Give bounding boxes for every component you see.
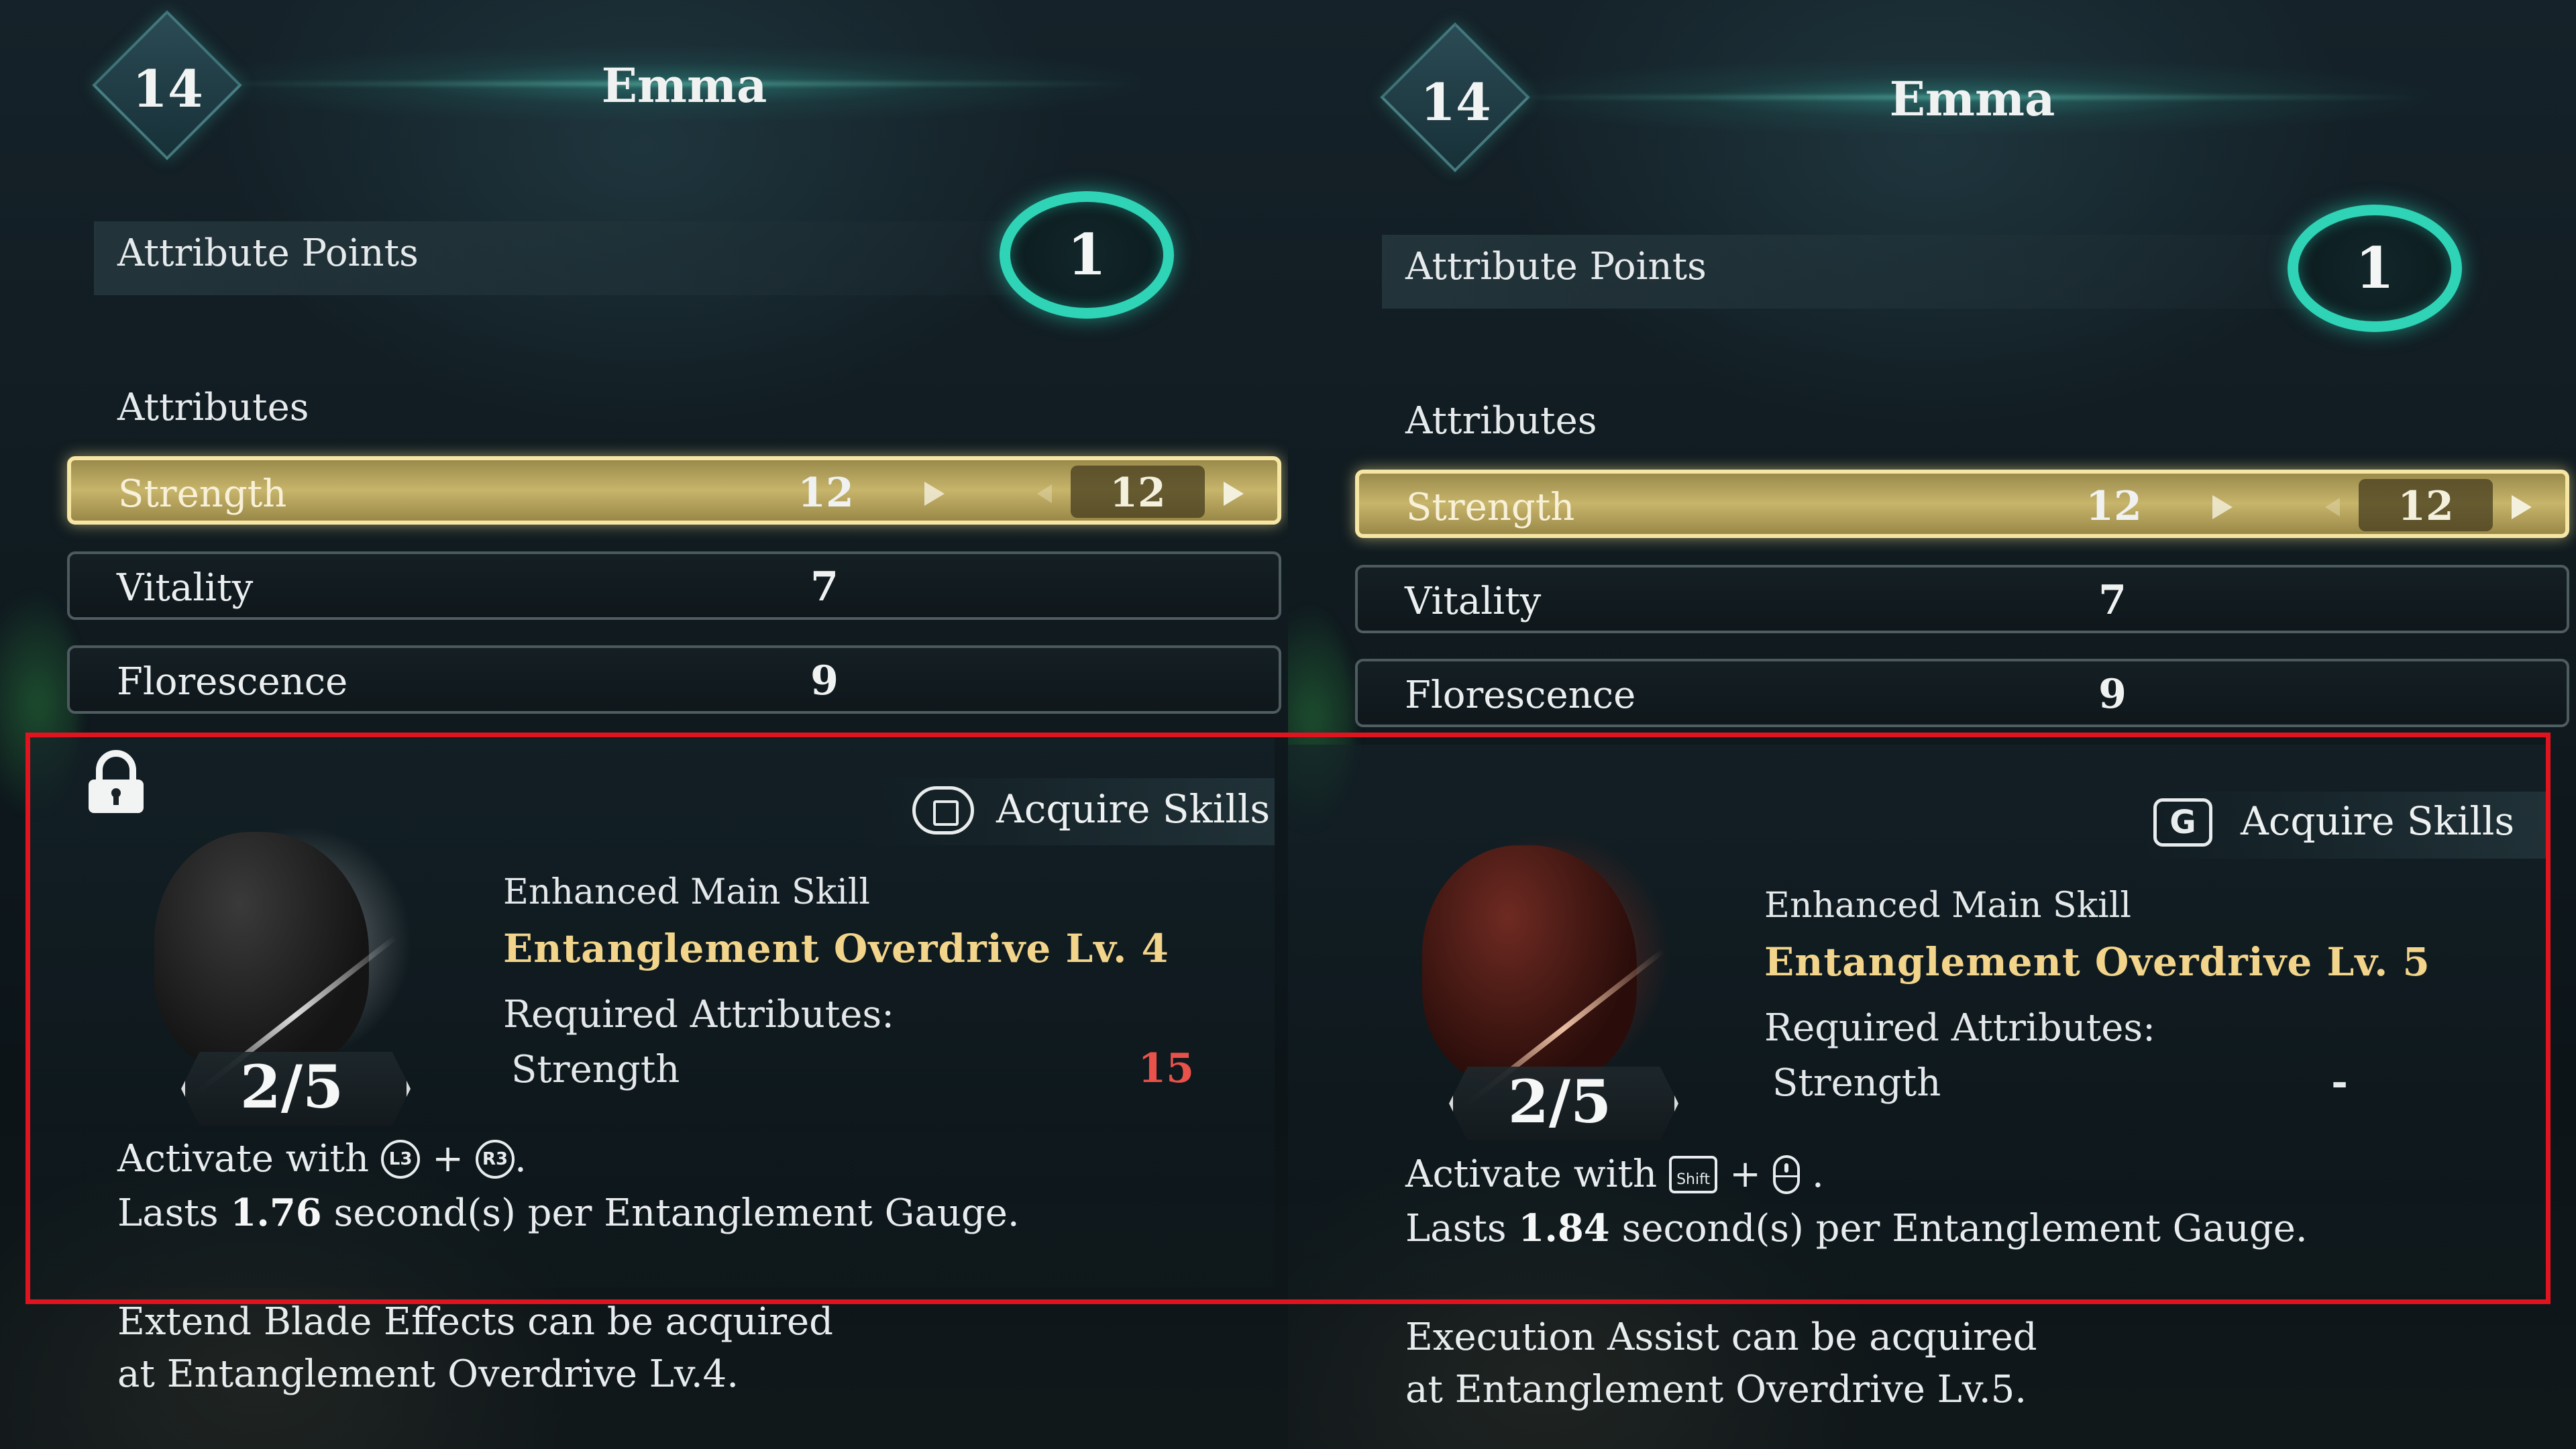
duration-prefix: Lasts <box>117 1191 219 1235</box>
plus-sign: + <box>432 1137 464 1181</box>
unlock-note: Extend Blade Effects can be acquired at … <box>117 1296 833 1401</box>
attribute-value: 7 <box>2098 577 2127 624</box>
attribute-name: Florescence <box>117 660 348 704</box>
attribute-row-vitality[interactable]: Vitality 7 <box>67 551 1281 620</box>
period: . <box>515 1137 527 1181</box>
skill-type: Enhanced Main Skill <box>503 872 871 912</box>
attributes-heading: Attributes <box>117 386 309 429</box>
period: . <box>1812 1152 1824 1196</box>
character-level: 14 <box>1420 72 1491 132</box>
unlock-note-line-1: Extend Blade Effects can be acquired <box>117 1300 834 1344</box>
attribute-row-florescence[interactable]: Florescence 9 <box>1355 659 2569 727</box>
activate-line: Activate with Shift + . <box>1405 1152 1824 1196</box>
decrease-arrow-icon[interactable] <box>2325 498 2340 517</box>
attribute-value: 12 <box>798 470 854 517</box>
attribute-value: 9 <box>810 657 839 704</box>
attribute-name: Strength <box>118 472 287 516</box>
attribute-row-strength[interactable]: Strength 12 12 <box>67 456 1281 525</box>
attribute-name: Vitality <box>1405 580 1542 623</box>
attribute-name: Florescence <box>1405 674 1636 717</box>
unlock-note: Execution Assist can be acquired at Enta… <box>1405 1311 2037 1416</box>
duration-value: 1.76 <box>230 1191 322 1235</box>
arrow-right-icon <box>2212 495 2233 519</box>
attribute-points-value: 1 <box>2355 235 2395 301</box>
duration-suffix: second(s) per Entanglement Gauge. <box>333 1191 1020 1235</box>
duration-line: Lasts 1.84 second(s) per Entanglement Ga… <box>1405 1206 2308 1250</box>
r3-button-icon: R3 <box>476 1139 515 1179</box>
attribute-next-value: 12 <box>1110 470 1166 517</box>
attribute-next-value: 12 <box>2398 483 2454 530</box>
attribute-row-strength[interactable]: Strength 12 12 <box>1355 470 2569 538</box>
character-name: Emma <box>1889 71 2055 127</box>
arrow-right-icon <box>924 482 945 506</box>
required-attribute-name: Strength <box>511 1048 680 1091</box>
skill-rank: 2/5 <box>1507 1067 1612 1136</box>
attribute-points-label: Attribute Points <box>117 231 419 275</box>
mouse-middle-button-icon <box>1773 1155 1801 1194</box>
g-key-icon[interactable]: G <box>2153 798 2212 847</box>
character-silhouette <box>154 832 369 1073</box>
activate-prefix: Activate with <box>1405 1152 1658 1196</box>
activate-prefix: Activate with <box>117 1137 370 1181</box>
attributes-heading: Attributes <box>1405 399 1597 443</box>
attribute-points-label: Attribute Points <box>1405 245 1707 288</box>
skill-type: Enhanced Main Skill <box>1764 885 2132 926</box>
acquire-skills-button[interactable]: Acquire Skills <box>2241 798 2514 844</box>
skill-name: Entanglement Overdrive Lv. 5 <box>1764 939 2430 985</box>
required-attribute-value: - <box>2331 1059 2348 1106</box>
unlock-note-line-2: at Entanglement Overdrive Lv.5. <box>1405 1368 2027 1411</box>
required-attribute-value: 15 <box>1138 1045 1195 1092</box>
attribute-name: Strength <box>1406 486 1575 529</box>
character-silhouette <box>1422 845 1637 1087</box>
skill-panel-left: 14 Emma Attribute Points 1 Attributes St… <box>0 0 1288 1449</box>
attribute-row-vitality[interactable]: Vitality 7 <box>1355 565 2569 633</box>
required-attributes-label: Required Attributes: <box>503 993 894 1036</box>
acquire-skills-button[interactable]: Acquire Skills <box>996 786 1270 832</box>
attribute-row-florescence[interactable]: Florescence 9 <box>67 645 1281 714</box>
character-level: 14 <box>132 59 203 119</box>
l3-button-icon: L3 <box>381 1139 421 1179</box>
increase-arrow-icon[interactable] <box>1224 482 1244 506</box>
increase-arrow-icon[interactable] <box>2512 495 2532 519</box>
attribute-value: 12 <box>2086 483 2142 530</box>
skill-name: Entanglement Overdrive Lv. 4 <box>503 926 1169 971</box>
duration-suffix: second(s) per Entanglement Gauge. <box>1621 1207 2308 1250</box>
character-name: Emma <box>601 58 767 113</box>
attribute-points-value: 1 <box>1067 221 1107 288</box>
unlock-note-line-2: at Entanglement Overdrive Lv.4. <box>117 1352 739 1396</box>
attribute-value: 9 <box>2098 671 2127 718</box>
decrease-arrow-icon[interactable] <box>1037 484 1052 503</box>
attribute-value: 7 <box>810 564 839 610</box>
unlock-note-line-1: Execution Assist can be acquired <box>1405 1316 2037 1359</box>
activate-line: Activate with L3 + R3 . <box>117 1137 527 1181</box>
skill-panel-right: 14 Emma Attribute Points 1 Attributes St… <box>1288 0 2576 1449</box>
required-attributes-label: Required Attributes: <box>1764 1006 2155 1050</box>
skill-rank: 2/5 <box>239 1052 344 1122</box>
duration-line: Lasts 1.76 second(s) per Entanglement Ga… <box>117 1191 1020 1235</box>
skill-portrait <box>1395 805 1711 1110</box>
skill-portrait <box>127 792 443 1097</box>
square-button-icon[interactable] <box>912 786 974 835</box>
plus-sign: + <box>1729 1152 1762 1196</box>
shift-key-icon: Shift <box>1669 1155 1718 1193</box>
attribute-name: Vitality <box>117 566 254 610</box>
required-attribute-name: Strength <box>1772 1061 1941 1105</box>
duration-value: 1.84 <box>1518 1206 1610 1250</box>
duration-prefix: Lasts <box>1405 1207 1507 1250</box>
